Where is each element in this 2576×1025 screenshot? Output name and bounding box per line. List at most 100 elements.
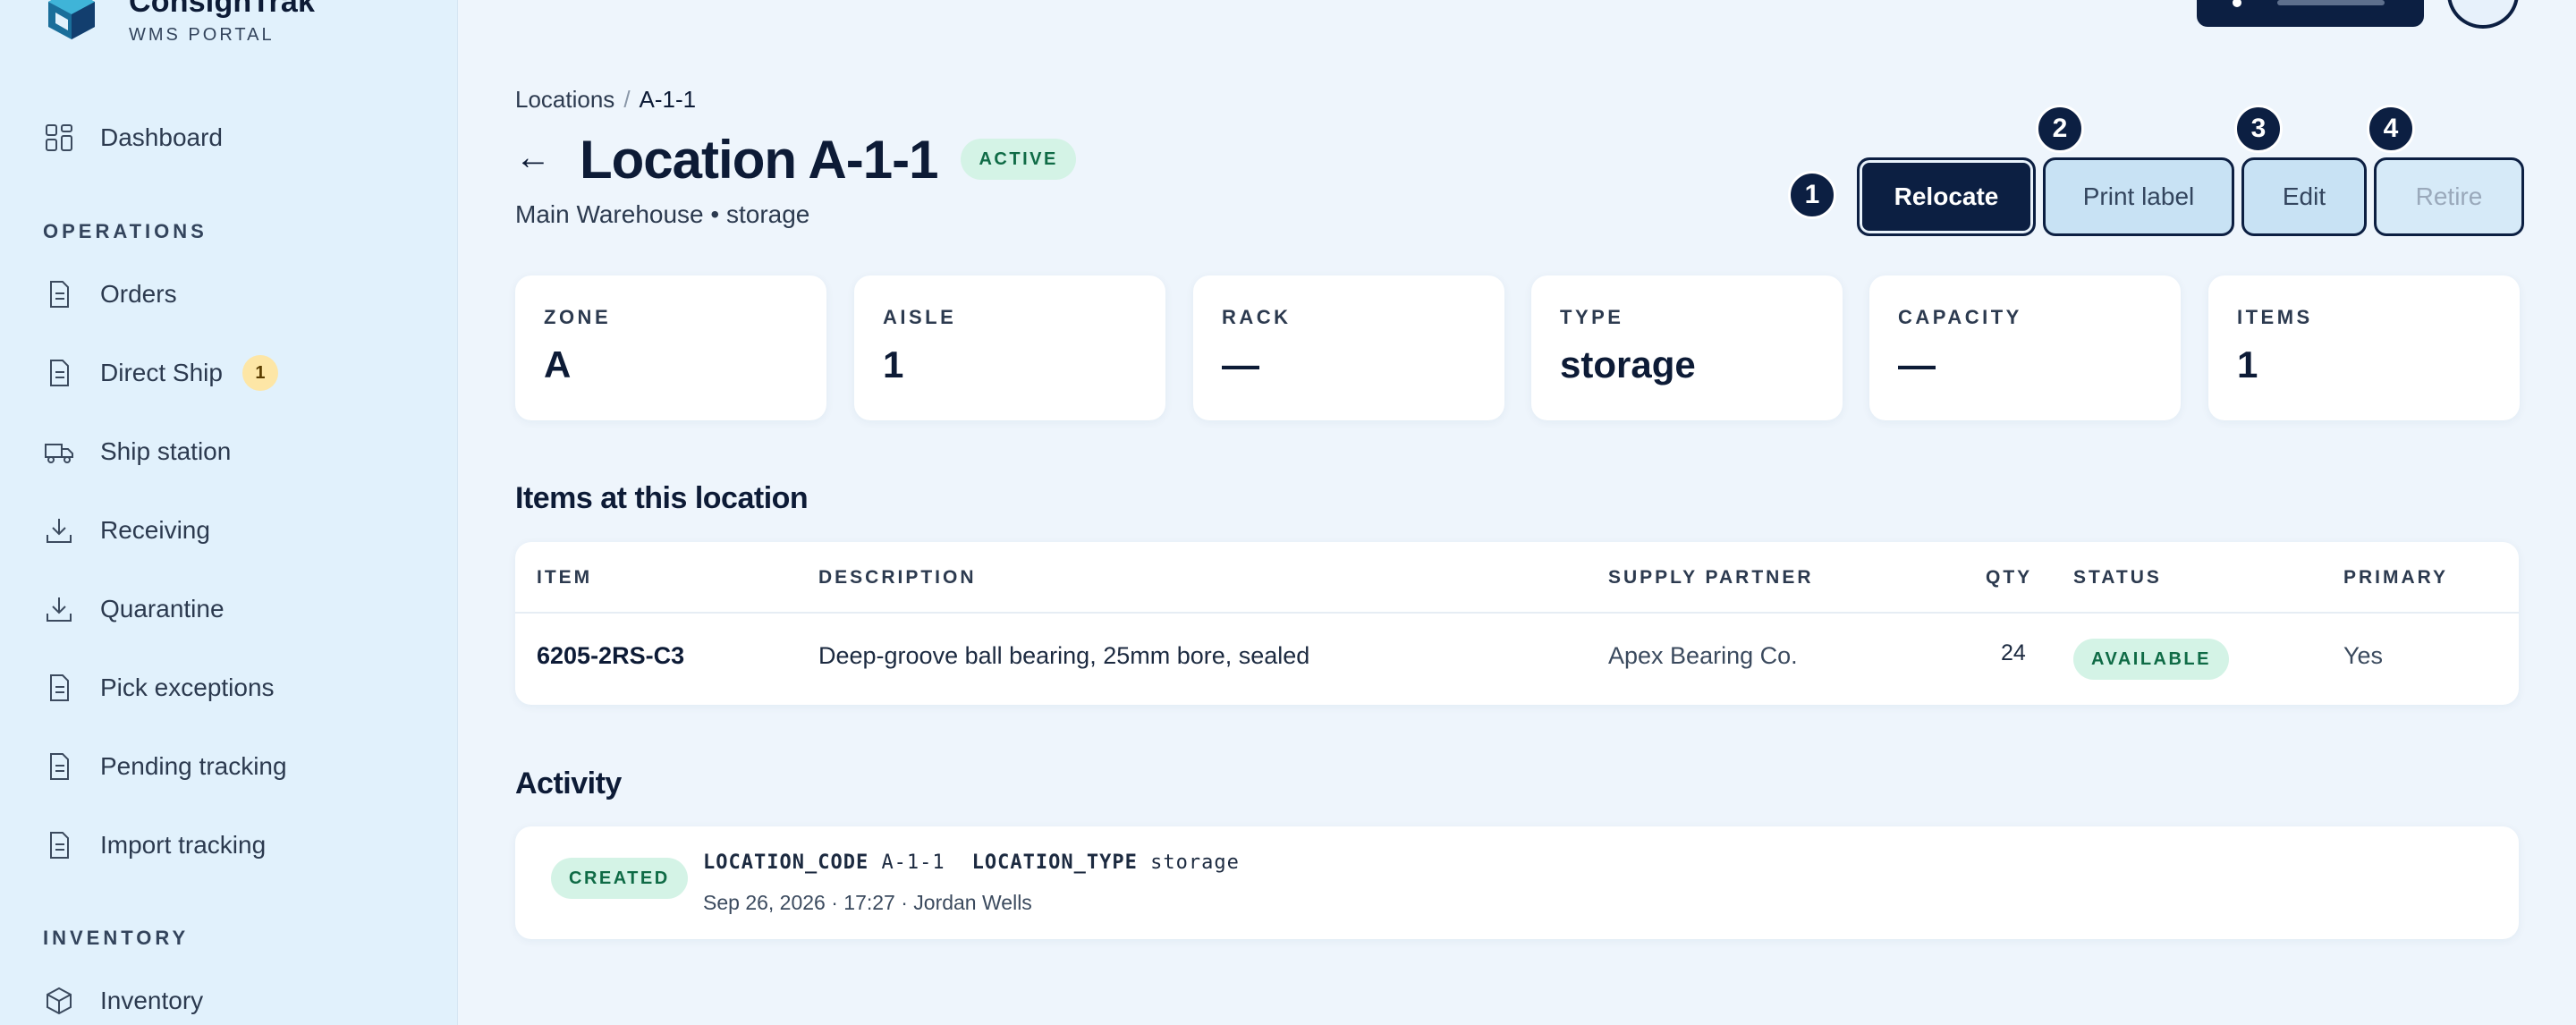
sidebar-item-direct-ship[interactable]: Direct Ship 1 <box>43 346 419 400</box>
sidebar-item-label: Dashboard <box>100 123 223 151</box>
sidebar-item-label: Receiving <box>100 516 210 544</box>
cell-primary: Yes <box>2343 642 2384 669</box>
sidebar-item-label: Ship station <box>100 437 232 465</box>
download-tray-icon <box>43 514 75 546</box>
column-header-primary[interactable]: PRIMARY <box>2343 567 2448 589</box>
relocate-button[interactable]: Relocate <box>1857 157 2036 236</box>
breadcrumb: Locations / A-1-1 <box>515 86 696 114</box>
items-section-title: Items at this location <box>515 481 809 515</box>
sidebar-item-pending-tracking[interactable]: Pending tracking <box>43 740 419 793</box>
count-badge: 1 <box>242 355 278 391</box>
stat-card-rack: RACK — <box>1193 275 1504 420</box>
stat-value: A <box>544 343 572 385</box>
marker-2: 2 <box>2036 105 2084 153</box>
items-table: ITEM DESCRIPTION SUPPLY PARTNER QTY STAT… <box>515 542 2519 705</box>
status-badge: AVAILABLE <box>2073 639 2229 680</box>
cell-description: Deep-groove ball bearing, 25mm bore, sea… <box>818 642 1310 669</box>
document-icon <box>43 829 75 861</box>
activity-field-key: LOCATION_TYPE <box>971 851 1138 874</box>
sidebar-item-label: Import tracking <box>100 831 267 859</box>
stat-value: — <box>1222 343 1259 385</box>
activity-entry: CREATED LOCATION_CODE A-1-1 LOCATION_TYP… <box>515 826 2519 939</box>
stat-value: storage <box>1560 343 1696 385</box>
page-title: Location A-1-1 <box>580 129 938 190</box>
title-row: ← Location A-1-1 ACTIVE <box>515 125 1076 193</box>
truck-icon <box>43 436 75 468</box>
column-header-item[interactable]: ITEM <box>537 567 592 589</box>
cell-supply-partner: Apex Bearing Co. <box>1608 642 1798 669</box>
retire-button[interactable]: Retire <box>2374 157 2524 236</box>
stat-value: — <box>1898 343 1936 385</box>
table-divider <box>515 612 2519 614</box>
sidebar-item-label: Pending tracking <box>100 752 287 780</box>
back-arrow-icon[interactable]: ← <box>515 140 560 175</box>
user-avatar[interactable] <box>2447 0 2519 29</box>
column-header-qty[interactable]: QTY <box>1986 567 2032 589</box>
breadcrumb-current: A-1-1 <box>639 86 697 113</box>
marker-1: 1 <box>1788 171 1836 219</box>
activity-badge: CREATED <box>551 858 688 899</box>
document-icon <box>43 357 75 389</box>
section-heading-operations: OPERATIONS <box>43 220 208 242</box>
status-badge: ACTIVE <box>961 139 1076 180</box>
activity-field-value: A-1-1 <box>881 851 945 874</box>
page-subtitle: Main Warehouse • storage <box>515 200 810 228</box>
header-action-label <box>2277 0 2385 5</box>
column-header-status[interactable]: STATUS <box>2073 567 2162 589</box>
stat-card-items: ITEMS 1 <box>2208 275 2520 420</box>
sidebar-item-label: Inventory <box>100 987 204 1014</box>
sidebar-item-quarantine[interactable]: Quarantine <box>43 582 419 636</box>
sidebar: ConsignTrak WMS PORTAL Dashboard OPERATI… <box>0 0 458 1025</box>
cube-logo-icon <box>48 0 95 39</box>
column-header-supply-partner[interactable]: SUPPLY PARTNER <box>1608 567 1814 589</box>
activity-section-title: Activity <box>515 767 622 801</box>
stat-card-zone: ZONE A <box>515 275 826 420</box>
sidebar-item-ship-station[interactable]: Ship station <box>43 425 419 479</box>
document-icon <box>43 672 75 704</box>
download-tray-icon <box>43 593 75 625</box>
brand-subtitle: WMS PORTAL <box>129 25 275 45</box>
grid-icon <box>43 122 75 154</box>
stat-label: RACK <box>1222 306 1292 328</box>
activity-changes: LOCATION_CODE A-1-1 LOCATION_TYPE storag… <box>703 851 1240 874</box>
stat-value: 1 <box>883 343 904 385</box>
brand[interactable]: ConsignTrak WMS PORTAL <box>43 0 315 47</box>
stat-card-type: TYPE storage <box>1531 275 1843 420</box>
edit-button[interactable]: Edit <box>2241 157 2367 236</box>
cell-item[interactable]: 6205-2RS-C3 <box>537 642 684 670</box>
activity-field-value: storage <box>1150 851 1240 874</box>
stat-label: ITEMS <box>2237 306 2313 328</box>
document-icon <box>43 750 75 783</box>
marker-4: 4 <box>2367 105 2415 153</box>
activity-meta: Sep 26, 2026 · 17:27 · Jordan Wells <box>703 891 1032 914</box>
breadcrumb-link-locations[interactable]: Locations <box>515 86 614 114</box>
breadcrumb-separator: / <box>623 86 631 113</box>
sidebar-item-pick-exceptions[interactable]: Pick exceptions <box>43 661 419 715</box>
stat-label: TYPE <box>1560 306 1624 328</box>
stat-label: AISLE <box>883 306 957 328</box>
document-icon <box>43 278 75 310</box>
sidebar-item-orders[interactable]: Orders <box>43 267 419 321</box>
stat-value: 1 <box>2237 343 2258 385</box>
sidebar-item-label: Pick exceptions <box>100 673 275 701</box>
sidebar-item-receiving[interactable]: Receiving <box>43 504 419 557</box>
plus-icon <box>2233 0 2241 7</box>
print-label-button[interactable]: Print label <box>2043 157 2234 236</box>
sidebar-item-inventory[interactable]: Inventory <box>43 974 419 1025</box>
brand-name: ConsignTrak <box>129 0 316 19</box>
activity-field-key: LOCATION_CODE <box>703 851 869 874</box>
sidebar-item-import-tracking[interactable]: Import tracking <box>43 818 419 872</box>
sidebar-item-label: Quarantine <box>100 595 225 623</box>
cell-qty: 24 <box>2001 640 2026 665</box>
stat-label: CAPACITY <box>1898 306 2022 328</box>
sidebar-item-dashboard[interactable]: Dashboard <box>43 111 419 165</box>
marker-3: 3 <box>2234 105 2283 153</box>
column-header-description[interactable]: DESCRIPTION <box>818 567 977 589</box>
sidebar-item-label: Direct Ship <box>100 359 223 386</box>
header-action-button[interactable] <box>2197 0 2424 27</box>
stat-label: ZONE <box>544 306 612 328</box>
stat-card-capacity: CAPACITY — <box>1869 275 2181 420</box>
box-icon <box>43 985 75 1017</box>
stat-card-aisle: AISLE 1 <box>854 275 1165 420</box>
sidebar-item-label: Orders <box>100 280 177 308</box>
